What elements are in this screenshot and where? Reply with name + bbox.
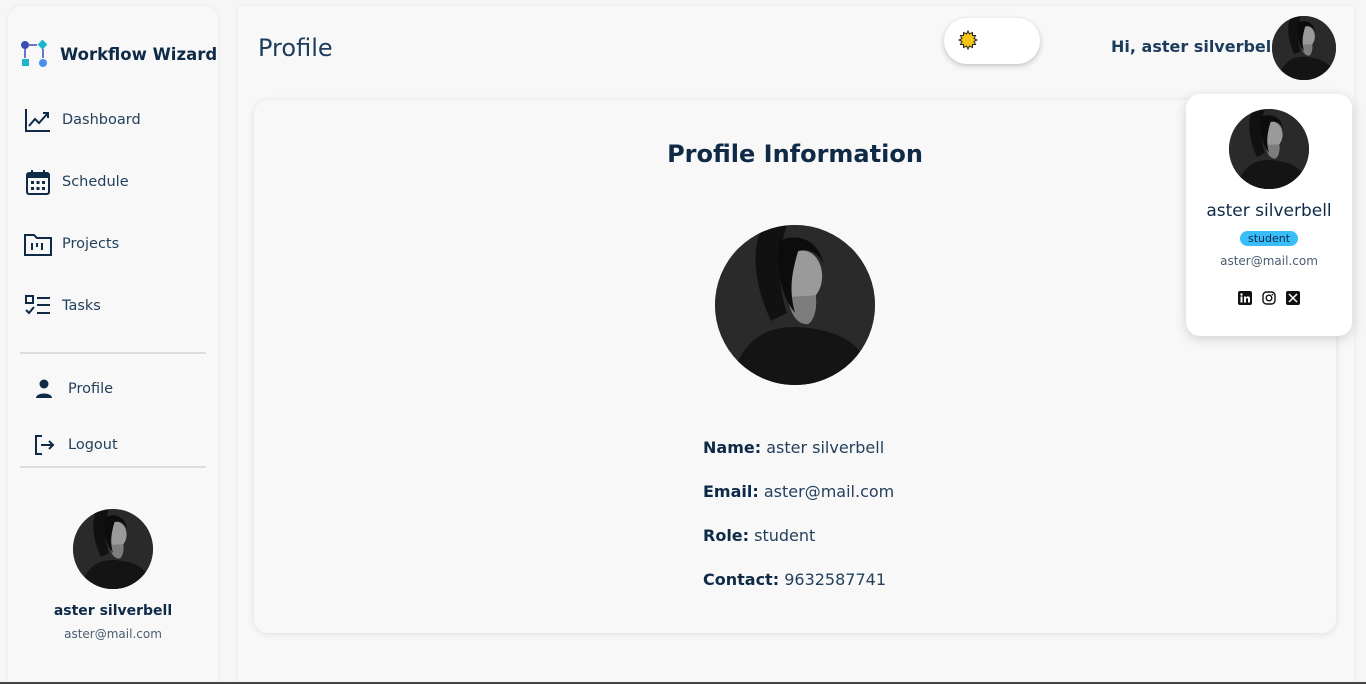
- sidebar-item-profile[interactable]: Profile: [30, 375, 113, 403]
- theme-toggle[interactable]: [944, 18, 1040, 64]
- brand-name: Workflow Wizard: [60, 44, 218, 64]
- chart-line-icon: [24, 106, 52, 134]
- profile-field-email: Email: aster@mail.com: [703, 482, 894, 501]
- workflow-logo-icon: [21, 40, 48, 67]
- sidebar-divider: [20, 352, 206, 354]
- field-label: Role:: [703, 526, 750, 545]
- sidebar-user-card: aster silverbell aster@mail.com: [8, 509, 218, 641]
- user-popup: aster silverbell student aster@mail.com: [1186, 94, 1352, 336]
- sidebar-divider: [20, 466, 206, 468]
- page-title: Profile: [258, 34, 333, 62]
- field-label: Contact:: [703, 570, 780, 589]
- sun-icon: [958, 30, 978, 50]
- instagram-icon[interactable]: [1262, 290, 1276, 305]
- role-badge: student: [1239, 231, 1299, 246]
- x-icon[interactable]: [1286, 290, 1300, 305]
- sidebar-item-tasks[interactable]: Tasks: [24, 292, 101, 320]
- profile-field-name: Name: aster silverbell: [703, 438, 884, 457]
- sidebar-item-label: Dashboard: [62, 112, 141, 128]
- profile-card: Profile Information Name: aster silverbe…: [254, 100, 1336, 633]
- sidebar: Workflow Wizard Dashboard Schedule Proje…: [8, 6, 218, 684]
- sidebar-item-dashboard[interactable]: Dashboard: [24, 106, 141, 134]
- avatar: [73, 509, 153, 589]
- profile-field-contact: Contact: 9632587741: [703, 570, 886, 589]
- field-label: Name:: [703, 438, 762, 457]
- sidebar-user-name: aster silverbell: [53, 603, 173, 619]
- sidebar-item-schedule[interactable]: Schedule: [24, 168, 129, 196]
- calendar-icon: [24, 168, 52, 196]
- sidebar-user-email: aster@mail.com: [64, 627, 162, 641]
- field-value: aster silverbell: [766, 438, 885, 457]
- field-value: 9632587741: [784, 570, 886, 589]
- checklist-icon: [24, 292, 52, 320]
- sidebar-item-projects[interactable]: Projects: [24, 230, 119, 258]
- popup-user-name: aster silverbell: [1206, 201, 1332, 221]
- sidebar-item-label: Schedule: [62, 174, 129, 190]
- field-value: aster@mail.com: [763, 482, 895, 501]
- field-value: student: [754, 526, 816, 545]
- profile-field-role: Role: student: [703, 526, 815, 545]
- brand[interactable]: Workflow Wizard: [20, 40, 217, 68]
- logout-icon: [30, 431, 58, 459]
- social-links: [1186, 290, 1352, 305]
- person-icon: [30, 375, 58, 403]
- header-avatar[interactable]: [1272, 16, 1336, 80]
- linkedin-icon[interactable]: [1238, 290, 1252, 305]
- popup-user-email: aster@mail.com: [1220, 254, 1318, 268]
- header-greeting: Hi, aster silverbell: [1111, 37, 1277, 56]
- sidebar-item-label: Logout: [68, 437, 118, 453]
- field-label: Email:: [703, 482, 759, 501]
- popup-avatar: [1229, 109, 1309, 189]
- sidebar-item-label: Projects: [62, 236, 120, 252]
- profile-card-title: Profile Information: [667, 140, 923, 168]
- folder-kanban-icon: [24, 230, 52, 258]
- sidebar-item-label: Tasks: [62, 298, 101, 314]
- profile-avatar: [715, 225, 875, 385]
- sidebar-item-label: Profile: [68, 381, 114, 397]
- sidebar-item-logout[interactable]: Logout: [30, 431, 118, 459]
